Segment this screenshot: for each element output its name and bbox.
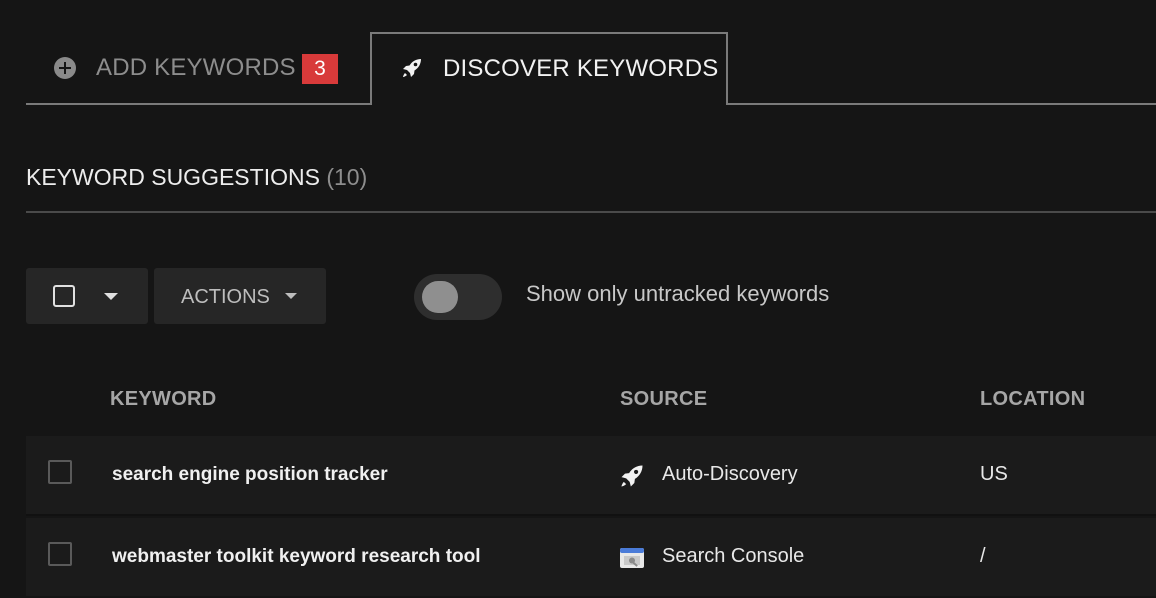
untracked-toggle[interactable] — [414, 274, 502, 320]
column-header-source: SOURCE — [620, 388, 708, 410]
chevron-down-icon — [285, 293, 297, 299]
row-divider — [26, 514, 1156, 516]
actions-dropdown[interactable]: ACTIONS — [154, 268, 326, 324]
row-location: US — [980, 463, 1008, 485]
chevron-down-icon — [104, 293, 118, 300]
section-title-text: KEYWORD SUGGESTIONS — [26, 164, 320, 190]
untracked-toggle-label: Show only untracked keywords — [526, 281, 830, 306]
tab-add-keywords[interactable]: ADD KEYWORDS 3 — [26, 34, 370, 104]
section-count: (10) — [326, 164, 368, 190]
row-keyword: webmaster toolkit keyword research tool — [112, 546, 481, 567]
row-source: Search Console — [662, 545, 805, 567]
select-all-checkbox[interactable] — [53, 285, 75, 307]
tab-add-keywords-label: ADD KEYWORDS — [96, 54, 296, 81]
tab-discover-keywords-label: DISCOVER KEYWORDS — [443, 55, 719, 82]
tab-bar-divider — [728, 103, 1156, 105]
actions-label: ACTIONS — [181, 286, 270, 308]
tab-add-keywords-badge: 3 — [302, 54, 338, 84]
plus-circle-icon — [54, 57, 76, 79]
column-header-keyword: KEYWORD — [110, 388, 217, 410]
row-checkbox[interactable] — [48, 542, 72, 566]
toggle-knob — [422, 281, 458, 313]
bulk-select-button[interactable] — [26, 268, 148, 324]
table-row[interactable]: webmaster toolkit keyword research tool … — [26, 518, 1156, 596]
row-checkbox[interactable] — [48, 460, 72, 484]
section-divider — [26, 211, 1156, 213]
rocket-icon — [403, 59, 421, 77]
tab-discover-keywords[interactable]: DISCOVER KEYWORDS — [370, 32, 728, 105]
row-location: / — [980, 545, 986, 567]
search-console-icon — [620, 548, 644, 568]
rocket-icon — [621, 465, 643, 487]
table-row[interactable]: search engine position tracker Auto-Disc… — [26, 436, 1156, 514]
section-title: KEYWORD SUGGESTIONS (10) — [26, 164, 367, 191]
row-source: Auto-Discovery — [662, 463, 798, 485]
row-keyword: search engine position tracker — [112, 464, 388, 485]
tab-bar: ADD KEYWORDS 3 DISCOVER KEYWORDS — [0, 0, 1156, 106]
column-header-location: LOCATION — [980, 388, 1086, 410]
